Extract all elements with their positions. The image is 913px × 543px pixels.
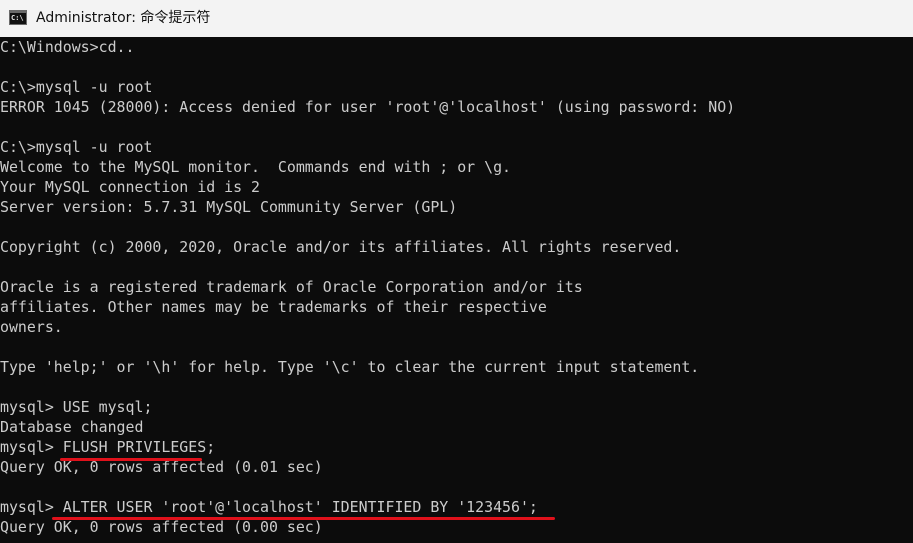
console-line: C:\Windows>cd.. xyxy=(0,38,135,56)
console-line: C:\>mysql -u root xyxy=(0,138,153,156)
console-line: mysql> ALTER USER 'root'@'localhost' IDE… xyxy=(0,498,538,516)
console-line: Copyright (c) 2000, 2020, Oracle and/or … xyxy=(0,238,682,256)
console-line: mysql> USE mysql; xyxy=(0,398,153,416)
console-line: Type 'help;' or '\h' for help. Type '\c'… xyxy=(0,358,700,376)
cmd-icon-label: C:\ xyxy=(11,14,24,22)
underline-annotation-alter xyxy=(52,517,555,520)
console-line: affiliates. Other names may be trademark… xyxy=(0,298,547,316)
console-line: Query OK, 0 rows affected (0.00 sec) xyxy=(0,518,323,536)
console-line: Your MySQL connection id is 2 xyxy=(0,178,260,196)
console-line: Server version: 5.7.31 MySQL Community S… xyxy=(0,198,458,216)
console-line: mysql> FLUSH PRIVILEGES; xyxy=(0,438,216,456)
console-output[interactable]: C:\Windows>cd.. C:\>mysql -u root ERROR … xyxy=(0,37,913,543)
window-title: Administrator: 命令提示符 xyxy=(36,10,211,26)
console-line: C:\>mysql -u root xyxy=(0,78,153,96)
console-line: owners. xyxy=(0,318,63,336)
cmd-icon[interactable]: C:\ xyxy=(9,10,27,25)
console-line: Welcome to the MySQL monitor. Commands e… xyxy=(0,158,512,176)
console-line: Database changed xyxy=(0,418,144,436)
console-line: ERROR 1045 (28000): Access denied for us… xyxy=(0,98,736,116)
title-bar[interactable]: C:\ Administrator: 命令提示符 xyxy=(0,0,913,37)
console-line: Oracle is a registered trademark of Orac… xyxy=(0,278,583,296)
command-prompt-window: C:\ Administrator: 命令提示符 C:\Windows>cd..… xyxy=(0,0,913,543)
underline-annotation-flush xyxy=(60,458,202,461)
